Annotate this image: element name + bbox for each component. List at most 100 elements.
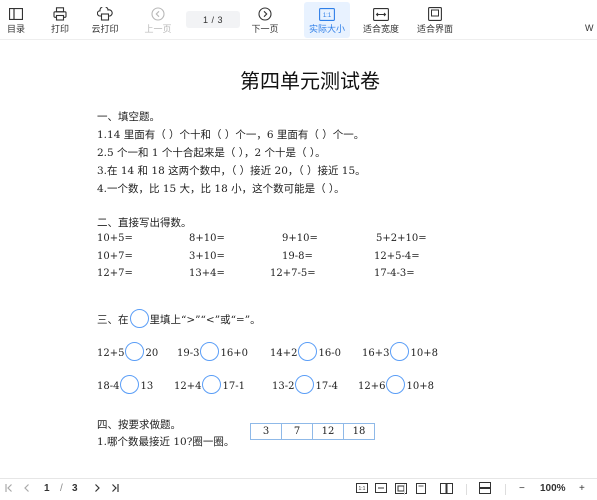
compare-item: 16+3 10+8 <box>362 342 438 361</box>
next-page-small-button[interactable] <box>90 479 104 500</box>
prev-page-button[interactable]: 上一页 <box>143 2 173 38</box>
compare-item: 13-2 17-4 <box>272 375 338 394</box>
answer-circle[interactable] <box>386 375 406 394</box>
zoom-level[interactable]: 100% <box>540 483 566 494</box>
sidebar-icon <box>8 6 24 22</box>
question-1-2: 2.5 个一和 1 个十合起来是（ ），2 个十是（ ）。 <box>97 147 326 159</box>
calc-item: 12+5-4= <box>374 251 420 262</box>
compare-right: 17-4 <box>315 381 338 392</box>
question-4-1: 1.哪个数最接近 10?圈一圈。 <box>97 436 235 448</box>
toc-label: 目录 <box>6 24 25 34</box>
calc-item: 17-4-3= <box>374 268 415 279</box>
answer-circle[interactable] <box>295 375 315 394</box>
calc-item: 19-8= <box>282 251 313 262</box>
calc-item: 12+7-5= <box>270 268 316 279</box>
fit-width-label: 适合宽度 <box>362 24 399 34</box>
compare-item: 12+4 17-1 <box>174 375 245 394</box>
actual-size-label: 实际大小 <box>308 24 345 34</box>
answer-circle[interactable] <box>390 342 410 361</box>
actual-size-small-icon: 1:1 <box>356 483 368 496</box>
actual-size-small-button[interactable]: 1:1 <box>355 479 369 500</box>
first-page-button[interactable] <box>2 479 16 500</box>
number-cell[interactable]: 3 <box>250 423 282 440</box>
svg-text:1:1: 1:1 <box>359 486 366 492</box>
answer-circle[interactable] <box>200 342 220 361</box>
calc-item: 13+4= <box>189 268 225 279</box>
cloud-print-icon <box>97 6 113 22</box>
compare-left: 12+4 <box>174 381 202 392</box>
zoom-out-button[interactable]: − <box>519 483 525 494</box>
print-button[interactable]: 打印 <box>47 2 73 38</box>
section4-heading: 四、按要求做题。 <box>97 419 181 431</box>
fit-page-small-icon <box>395 482 407 497</box>
compare-item: 14+2 16-0 <box>270 342 341 361</box>
number-cell[interactable]: 7 <box>281 423 313 440</box>
actual-size-button[interactable]: 1:1 实际大小 <box>304 2 350 38</box>
print-label: 打印 <box>50 24 69 34</box>
fit-width-icon <box>373 6 389 22</box>
single-page-view-button[interactable] <box>414 479 428 500</box>
compare-left: 16+3 <box>362 348 390 359</box>
section3-heading-post: 里填上“>”“<”或“=”。 <box>149 314 261 326</box>
calc-item: 12+7= <box>97 268 133 279</box>
double-page-icon <box>439 482 453 497</box>
number-cell[interactable]: 12 <box>312 423 344 440</box>
total-pages: 3 <box>72 483 78 494</box>
chevron-right-icon <box>92 483 102 496</box>
actual-size-icon: 1:1 <box>319 6 335 22</box>
double-page-view-button[interactable] <box>438 479 454 500</box>
answer-circle[interactable] <box>202 375 222 394</box>
printer-icon <box>52 6 68 22</box>
chevron-left-circle-icon <box>150 6 166 22</box>
number-cell[interactable]: 18 <box>343 423 375 440</box>
next-page-button[interactable]: 下一页 <box>250 2 280 38</box>
compare-right: 20 <box>145 348 159 359</box>
zoom-in-button[interactable]: + <box>579 483 585 494</box>
section1-heading: 一、填空题。 <box>97 111 160 123</box>
compare-left: 19-3 <box>177 348 200 359</box>
divider <box>466 484 467 495</box>
divider <box>505 484 506 495</box>
page-separator: / <box>60 483 63 494</box>
question-1-3: 3.在 14 和 18 这两个数中，（ ）接近 20，（ ）接近 15。 <box>97 165 366 177</box>
cloud-print-button[interactable]: 云打印 <box>89 2 121 38</box>
compare-item: 18-4 13 <box>97 375 153 394</box>
fit-page-small-button[interactable] <box>394 479 408 500</box>
page-indicator[interactable]: 1 / 3 <box>186 11 240 28</box>
prev-page-label: 上一页 <box>144 24 172 34</box>
last-page-icon <box>110 483 120 496</box>
fit-width-button[interactable]: 适合宽度 <box>360 2 402 38</box>
compare-right: 13 <box>140 381 154 392</box>
compare-right: 16-0 <box>318 348 341 359</box>
prev-page-small-button[interactable] <box>20 479 34 500</box>
calc-item: 8+10= <box>189 233 225 244</box>
document-page: 第四单元测试卷 一、填空题。 1.14 里面有（ ）个十和（ ）个一，6 里面有… <box>0 41 597 465</box>
first-page-icon <box>4 483 14 496</box>
compare-left: 12+5 <box>97 348 125 359</box>
calc-item: 3+10= <box>189 251 225 262</box>
last-page-button[interactable] <box>108 479 122 500</box>
answer-circle[interactable] <box>125 342 145 361</box>
continuous-scroll-button[interactable] <box>477 479 493 500</box>
compare-left: 13-2 <box>272 381 295 392</box>
current-page-number[interactable]: 1 <box>44 483 50 494</box>
calc-item: 9+10= <box>282 233 318 244</box>
compare-left: 18-4 <box>97 381 120 392</box>
section3-heading: 三、在 里填上“>”“<”或“=”。 <box>97 309 261 328</box>
fit-width-small-icon <box>375 483 387 496</box>
calc-item: 10+5= <box>97 233 133 244</box>
calc-item: 5+2+10= <box>376 233 427 244</box>
question-1-1: 1.14 里面有（ ）个十和（ ）个一，6 里面有（ ）个一。 <box>97 129 365 141</box>
single-page-icon <box>416 482 426 497</box>
fit-width-small-button[interactable] <box>374 479 388 500</box>
chevron-left-icon <box>22 483 32 496</box>
page-title: 第四单元测试卷 <box>240 69 380 93</box>
answer-circle[interactable] <box>120 375 140 394</box>
toc-button[interactable]: 目录 <box>4 2 28 38</box>
answer-circle[interactable] <box>298 342 318 361</box>
toolbar: 目录 打印 云打印 上一页 1 / 3 下一页 1:1 实际大小 适合宽度 适合… <box>0 0 597 40</box>
fit-page-icon <box>427 6 443 22</box>
divider <box>404 484 405 495</box>
compare-item: 12+6 10+8 <box>358 375 434 394</box>
fit-page-button[interactable]: 适合界面 <box>414 2 456 38</box>
